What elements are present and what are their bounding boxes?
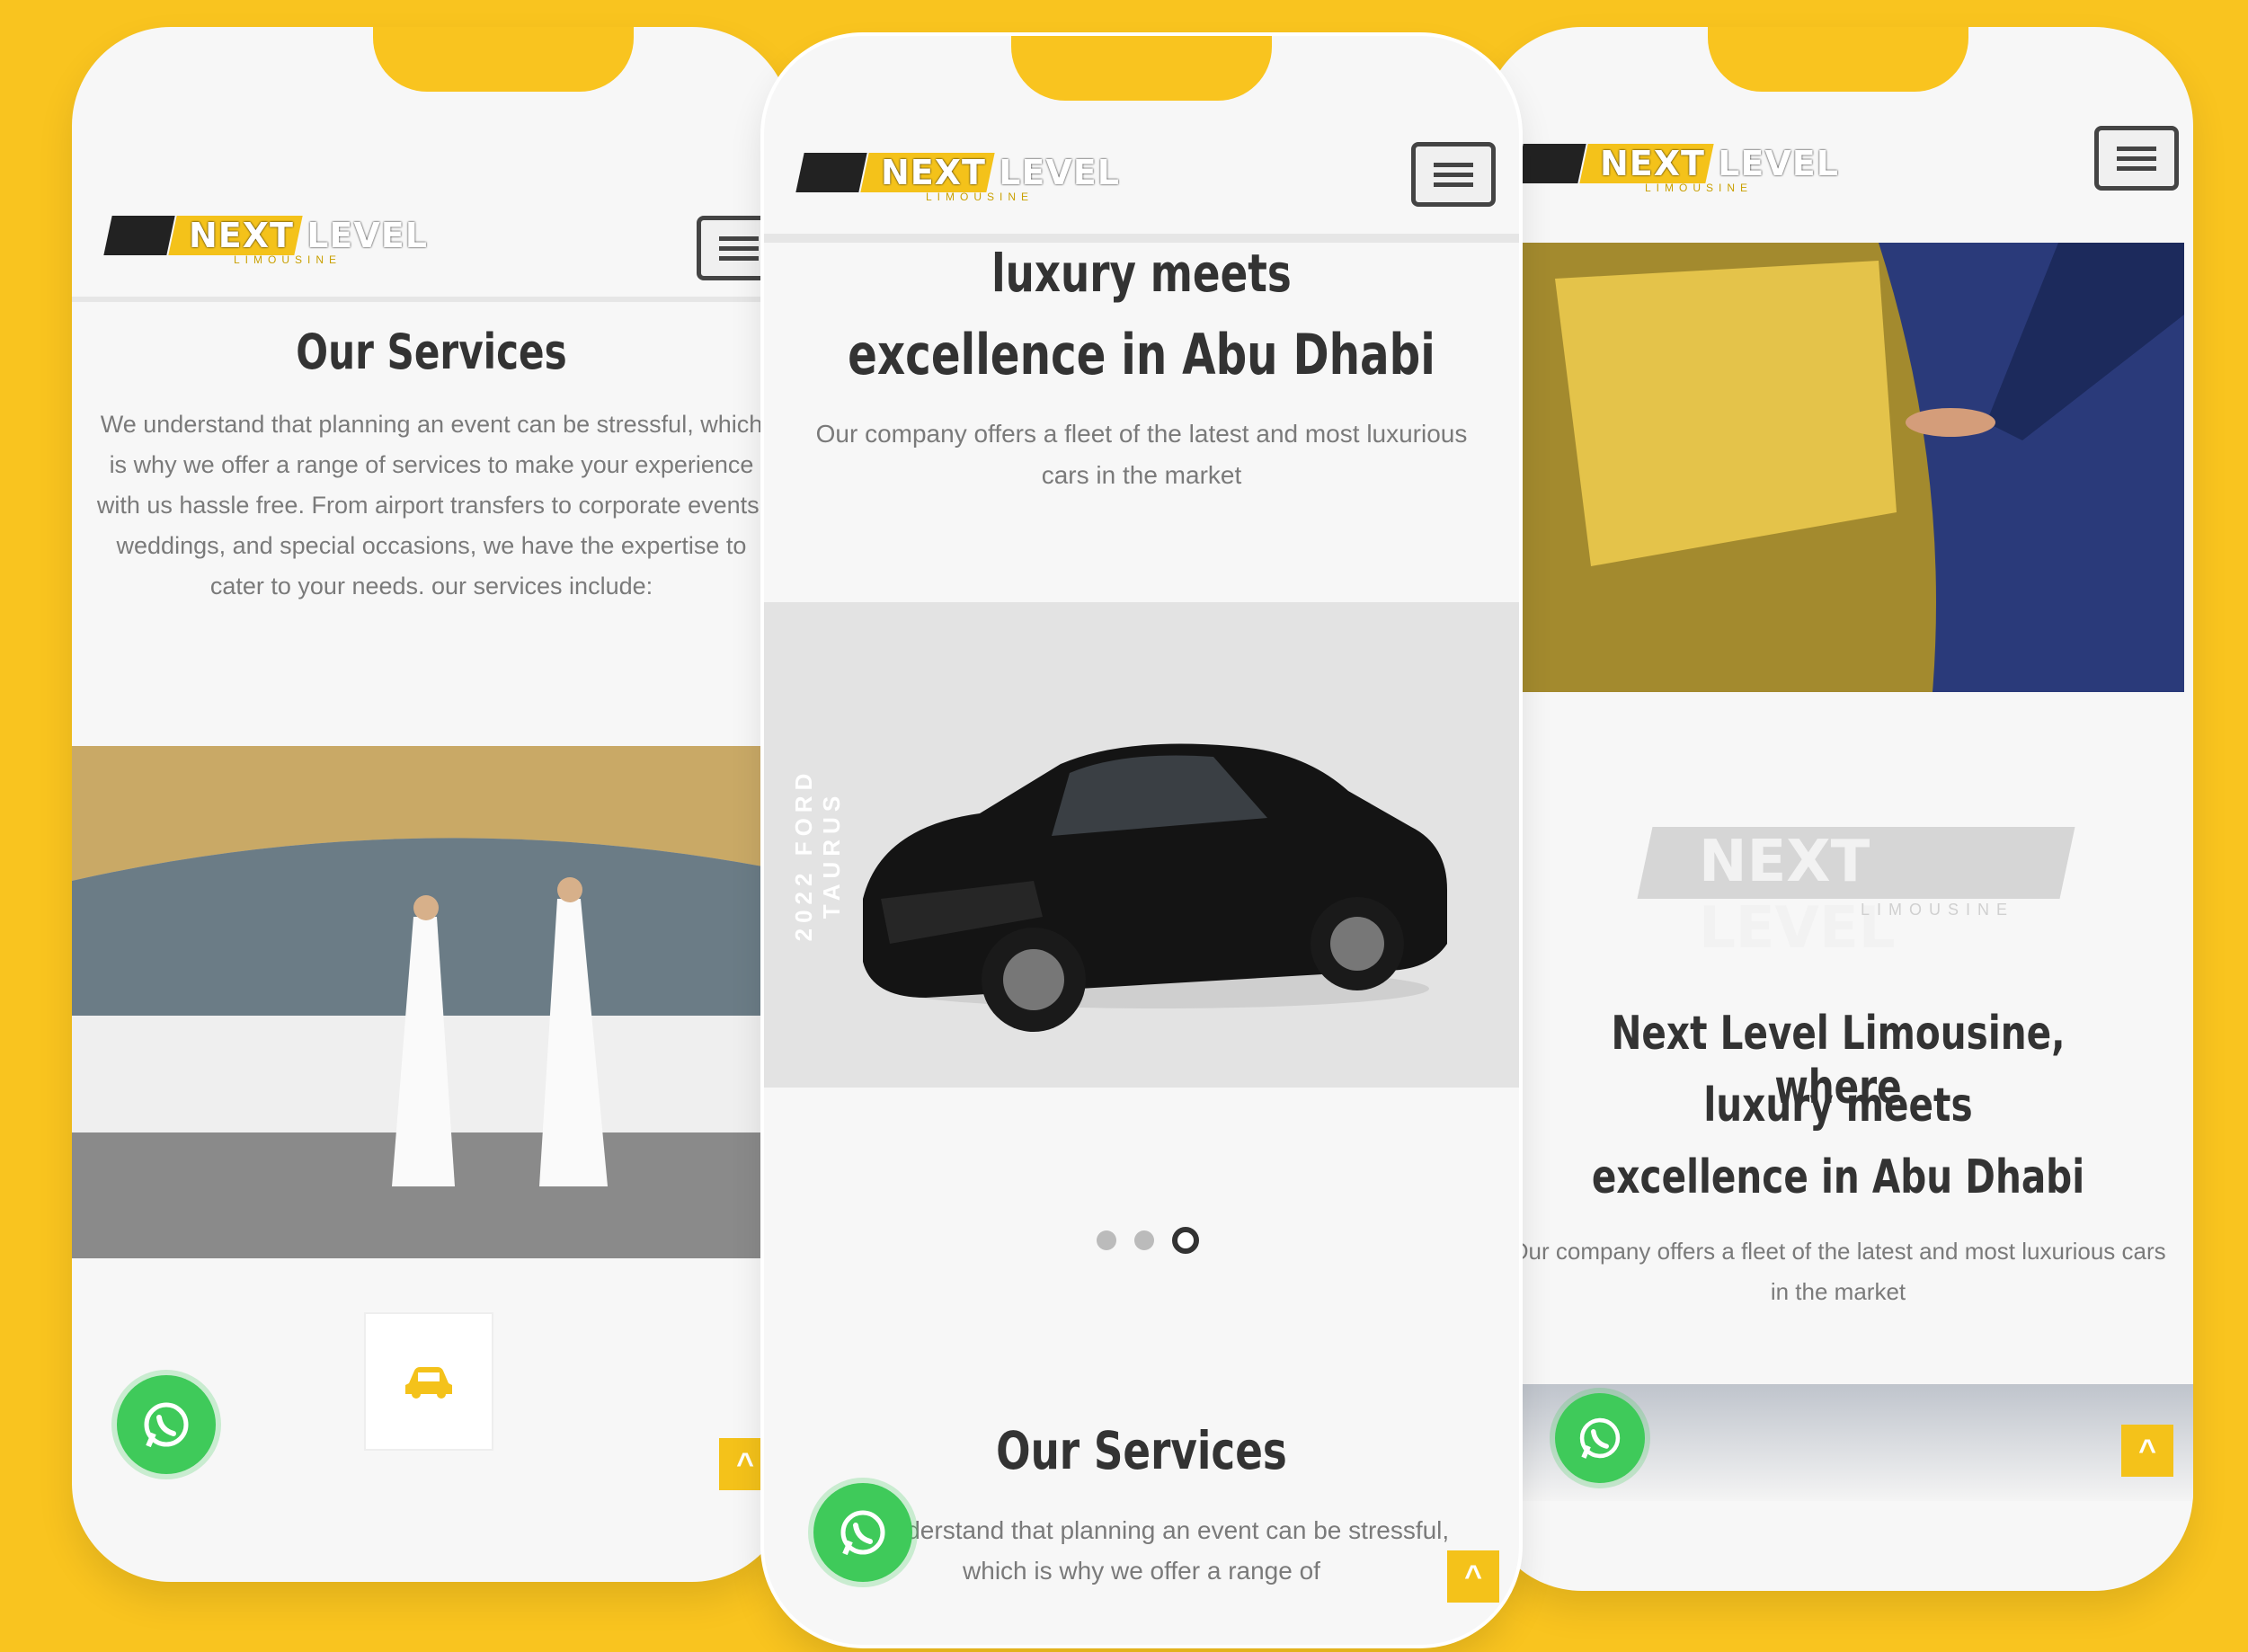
- service-card[interactable]: [364, 1312, 493, 1451]
- intro-description: Our company offers a fleet of the latest…: [1510, 1238, 2166, 1305]
- hamburger-menu-button[interactable]: [2094, 126, 2179, 191]
- phone-notch: [373, 27, 634, 92]
- services-title: Our Services: [296, 324, 567, 380]
- car-icon: [405, 1367, 452, 1399]
- scroll-to-top-button[interactable]: ^: [1447, 1550, 1499, 1603]
- whatsapp-button[interactable]: [117, 1375, 216, 1474]
- hamburger-menu-button[interactable]: [1411, 142, 1496, 207]
- services-description: We understand that planning an event can…: [96, 411, 767, 600]
- site-header: NEXT LEVEL LIMOUSINE: [1483, 90, 2193, 225]
- site-header: NEXT LEVEL LIMOUSINE: [72, 162, 791, 302]
- phone-left: NEXT LEVEL LIMOUSINE Our Services We und…: [72, 27, 791, 1582]
- whatsapp-button[interactable]: [1555, 1393, 1645, 1483]
- chevron-up-icon: ^: [2138, 1433, 2156, 1468]
- slider-pagination: [1097, 1227, 1199, 1254]
- logo-text: NEXT LEVEL: [881, 153, 1120, 192]
- intro-title-line2: luxury meets: [1703, 1079, 1973, 1132]
- watermark-logo-text: NEXT LEVEL: [1699, 829, 1896, 962]
- services-title: Our Services: [996, 1420, 1287, 1481]
- slider-dot[interactable]: [1134, 1230, 1154, 1250]
- watermark-logo: NEXT LEVEL LIMOUSINE: [1637, 818, 2075, 962]
- hero-title-line2: excellence in Abu Dhabi: [848, 322, 1435, 387]
- phone-center: NEXT LEVEL LIMOUSINE luxury meets excell…: [764, 36, 1519, 1645]
- brand-logo[interactable]: NEXT LEVEL LIMOUSINE: [795, 153, 1120, 203]
- whatsapp-icon: [144, 1402, 189, 1448]
- hero-title-line1: luxury meets: [991, 243, 1292, 304]
- hamburger-icon: [2117, 146, 2156, 151]
- slider-dot[interactable]: [1097, 1230, 1116, 1250]
- logo-text: NEXT LEVEL: [189, 216, 428, 255]
- logo-subtext: LIMOUSINE: [926, 191, 1035, 203]
- whatsapp-button[interactable]: [813, 1483, 912, 1582]
- services-description: We understand that planning an event can…: [833, 1516, 1450, 1585]
- phone-right: NEXT LEVEL LIMOUSINE NEXT LEVEL LIMOUSIN…: [1483, 27, 2193, 1591]
- hero-description: Our company offers a fleet of the latest…: [815, 420, 1468, 489]
- chevron-up-icon: ^: [1464, 1559, 1482, 1594]
- logo-subtext: LIMOUSINE: [1645, 182, 1754, 194]
- phone-notch: [1011, 36, 1272, 101]
- car-image: [863, 743, 1447, 1032]
- site-header: NEXT LEVEL LIMOUSINE: [764, 99, 1519, 243]
- hamburger-icon: [719, 235, 759, 241]
- intro-title-line3: excellence in Abu Dhabi: [1591, 1150, 2085, 1204]
- phone-notch: [1708, 27, 1968, 92]
- whatsapp-icon: [1579, 1417, 1621, 1459]
- brand-logo[interactable]: NEXT LEVEL LIMOUSINE: [1515, 144, 1839, 194]
- slider-vertical-text: 2022 FORD TAURUS: [790, 768, 845, 942]
- scroll-to-top-button[interactable]: ^: [2121, 1425, 2173, 1477]
- hamburger-icon: [1434, 162, 1473, 167]
- whatsapp-icon: [840, 1510, 885, 1556]
- car-slider[interactable]: 2022 FORD TAURUS: [764, 602, 1519, 1088]
- watermark-logo-sub: LIMOUSINE: [1861, 901, 2015, 919]
- slider-dot-active[interactable]: [1172, 1227, 1199, 1254]
- services-image: [72, 746, 791, 1258]
- logo-text: NEXT LEVEL: [1600, 144, 1839, 183]
- logo-subtext: LIMOUSINE: [234, 253, 342, 266]
- hero-image: [1519, 243, 2184, 692]
- chevron-up-icon: ^: [736, 1446, 754, 1481]
- brand-logo[interactable]: NEXT LEVEL LIMOUSINE: [103, 216, 428, 266]
